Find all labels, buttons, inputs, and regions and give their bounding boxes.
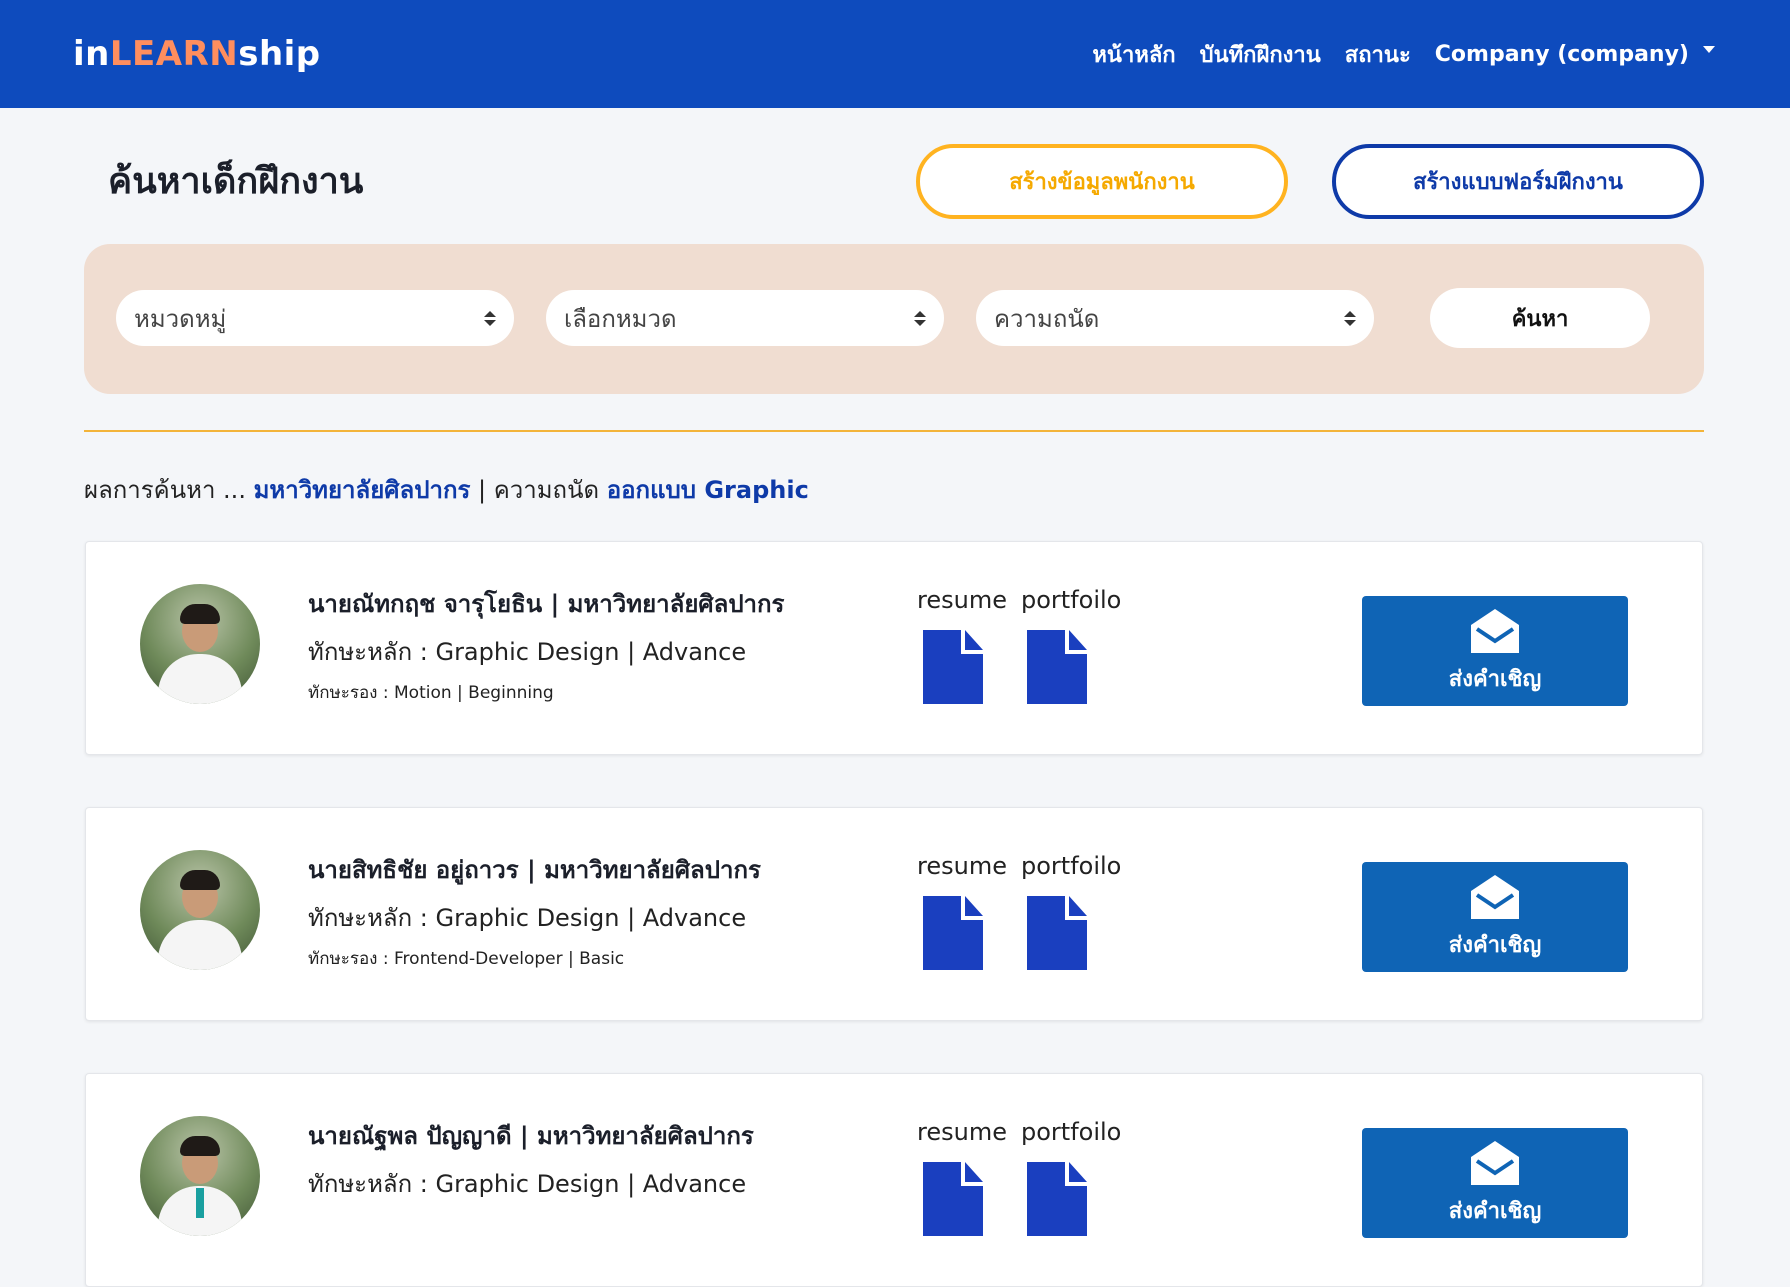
avatar <box>140 850 260 970</box>
create-employee-button[interactable]: สร้างข้อมูลพนักงาน <box>916 144 1288 219</box>
avatar <box>140 584 260 704</box>
send-invite-label: ส่งคำเชิญ <box>1448 1198 1542 1224</box>
sub-skill: ทักษะรอง : Frontend-Developer | Basic <box>308 949 625 969</box>
navbar: inLEARNship หน้าหลัก บันทึกฝึกงาน สถานะ … <box>0 0 1790 108</box>
resume-label: resume <box>917 586 1007 614</box>
envelope-open-icon <box>1471 874 1519 919</box>
candidate-card: นายณัทกฤช จารุโยธิน | มหาวิทยาลัยศิลปากร… <box>85 541 1703 755</box>
avatar <box>140 1116 260 1236</box>
portfolio-file-icon[interactable] <box>1025 1162 1089 1236</box>
send-invite-label: ส่งคำเชิญ <box>1448 932 1542 958</box>
brand-logo[interactable]: inLEARNship <box>73 34 321 74</box>
send-invite-button[interactable]: ส่งคำเชิญ <box>1362 862 1628 972</box>
sort-arrows-icon <box>914 310 926 326</box>
candidate-name: นายสิทธิชัย อยู่ถาวร | มหาวิทยาลัยศิลปาก… <box>308 856 761 884</box>
subcategory-select-value: เลือกหมวด <box>564 304 677 333</box>
envelope-open-icon <box>1471 1140 1519 1185</box>
caret-down-icon <box>1703 45 1715 53</box>
main-skill: ทักษะหลัก : Graphic Design | Advance <box>308 1170 747 1198</box>
send-invite-button[interactable]: ส่งคำเชิญ <box>1362 596 1628 706</box>
portfolio-label: portfoilo <box>1021 852 1122 880</box>
candidate-name: นายณัทกฤช จารุโยธิน | มหาวิทยาลัยศิลปากร <box>308 590 785 618</box>
search-result-summary: ผลการค้นหา ... มหาวิทยาลัยศิลปากร | ความ… <box>84 476 809 504</box>
filter-panel: หมวดหมู่ เลือกหมวด ความถนัด ค้นหา <box>84 244 1704 394</box>
send-invite-label: ส่งคำเชิญ <box>1448 666 1542 692</box>
skill-select-value: ความถนัด <box>994 304 1100 333</box>
portfolio-file-icon[interactable] <box>1025 630 1089 704</box>
portfolio-label: portfoilo <box>1021 586 1122 614</box>
send-invite-button[interactable]: ส่งคำเชิญ <box>1362 1128 1628 1238</box>
category-select-value: หมวดหมู่ <box>134 304 227 333</box>
resume-file-icon[interactable] <box>921 896 985 970</box>
portfolio-file-icon[interactable] <box>1025 896 1089 970</box>
divider <box>84 430 1704 432</box>
main-skill: ทักษะหลัก : Graphic Design | Advance <box>308 904 747 932</box>
category-select[interactable]: หมวดหมู่ <box>116 290 514 346</box>
skill-select[interactable]: ความถนัด <box>976 290 1374 346</box>
nav-link-internship-log[interactable]: บันทึกฝึกงาน <box>1200 37 1321 72</box>
nav-links: หน้าหลัก บันทึกฝึกงาน สถานะ Company (com… <box>1092 37 1715 72</box>
resume-file-icon[interactable] <box>921 630 985 704</box>
main-skill: ทักษะหลัก : Graphic Design | Advance <box>308 638 747 666</box>
resume-label: resume <box>917 852 1007 880</box>
sort-arrows-icon <box>484 310 496 326</box>
nav-account-dropdown[interactable]: Company (company) <box>1435 42 1715 67</box>
nav-link-status[interactable]: สถานะ <box>1345 37 1411 72</box>
subcategory-select[interactable]: เลือกหมวด <box>546 290 944 346</box>
resume-file-icon[interactable] <box>921 1162 985 1236</box>
portfolio-label: portfoilo <box>1021 1118 1122 1146</box>
resume-label: resume <box>917 1118 1007 1146</box>
nav-link-home[interactable]: หน้าหลัก <box>1092 37 1175 72</box>
account-name: Company (company) <box>1434 41 1689 67</box>
sub-skill: ทักษะรอง : Motion | Beginning <box>308 683 554 703</box>
candidate-card: นายณัฐพล ปัญญาดี | มหาวิทยาลัยศิลปากร ทั… <box>85 1073 1703 1287</box>
search-button[interactable]: ค้นหา <box>1430 288 1650 348</box>
candidate-name: นายณัฐพล ปัญญาดี | มหาวิทยาลัยศิลปากร <box>308 1122 754 1150</box>
candidate-card: นายสิทธิชัย อยู่ถาวร | มหาวิทยาลัยศิลปาก… <box>85 807 1703 1021</box>
create-form-button[interactable]: สร้างแบบฟอร์มฝึกงาน <box>1332 144 1704 219</box>
page-title: ค้นหาเด็กฝึกงาน <box>108 161 364 202</box>
envelope-open-icon <box>1471 608 1519 653</box>
sort-arrows-icon <box>1344 310 1356 326</box>
